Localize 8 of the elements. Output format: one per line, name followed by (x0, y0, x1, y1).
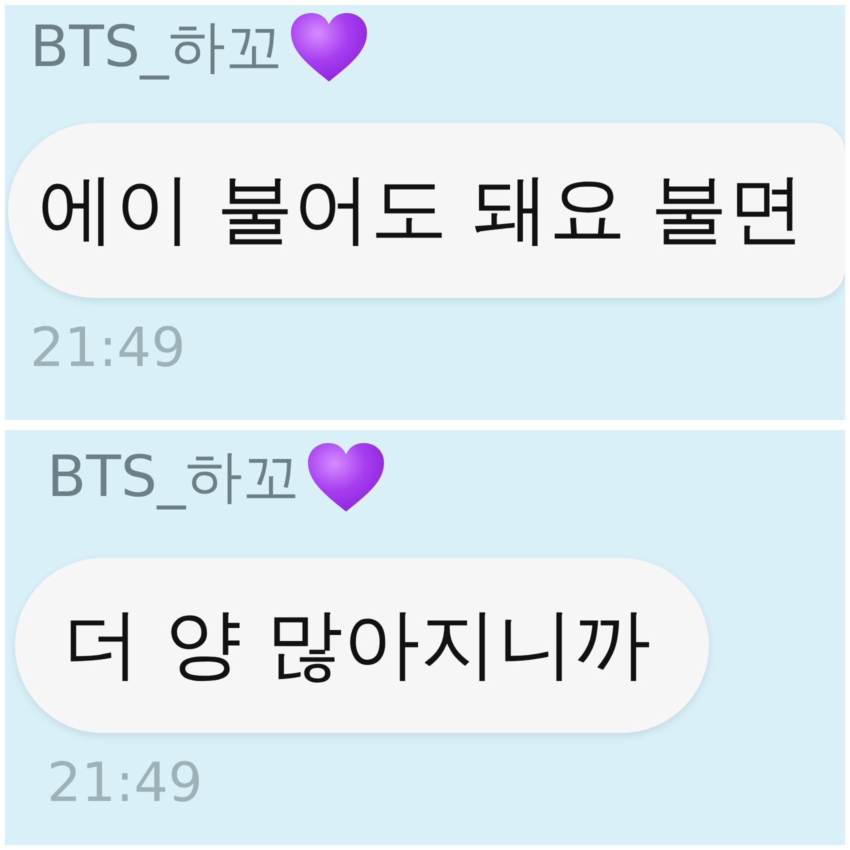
heart-icon (290, 13, 367, 83)
message-text: 더 양 많아지니까 (63, 601, 651, 690)
sender-name: BTS_하꼬 (47, 445, 300, 511)
message-time: 21:49 (47, 751, 203, 816)
message-time: 21:49 (30, 316, 186, 381)
heart-icon (308, 443, 384, 513)
message-text: 에이 불어도 돼요 불면 (38, 166, 804, 255)
sender-name: BTS_하꼬 (30, 15, 283, 81)
